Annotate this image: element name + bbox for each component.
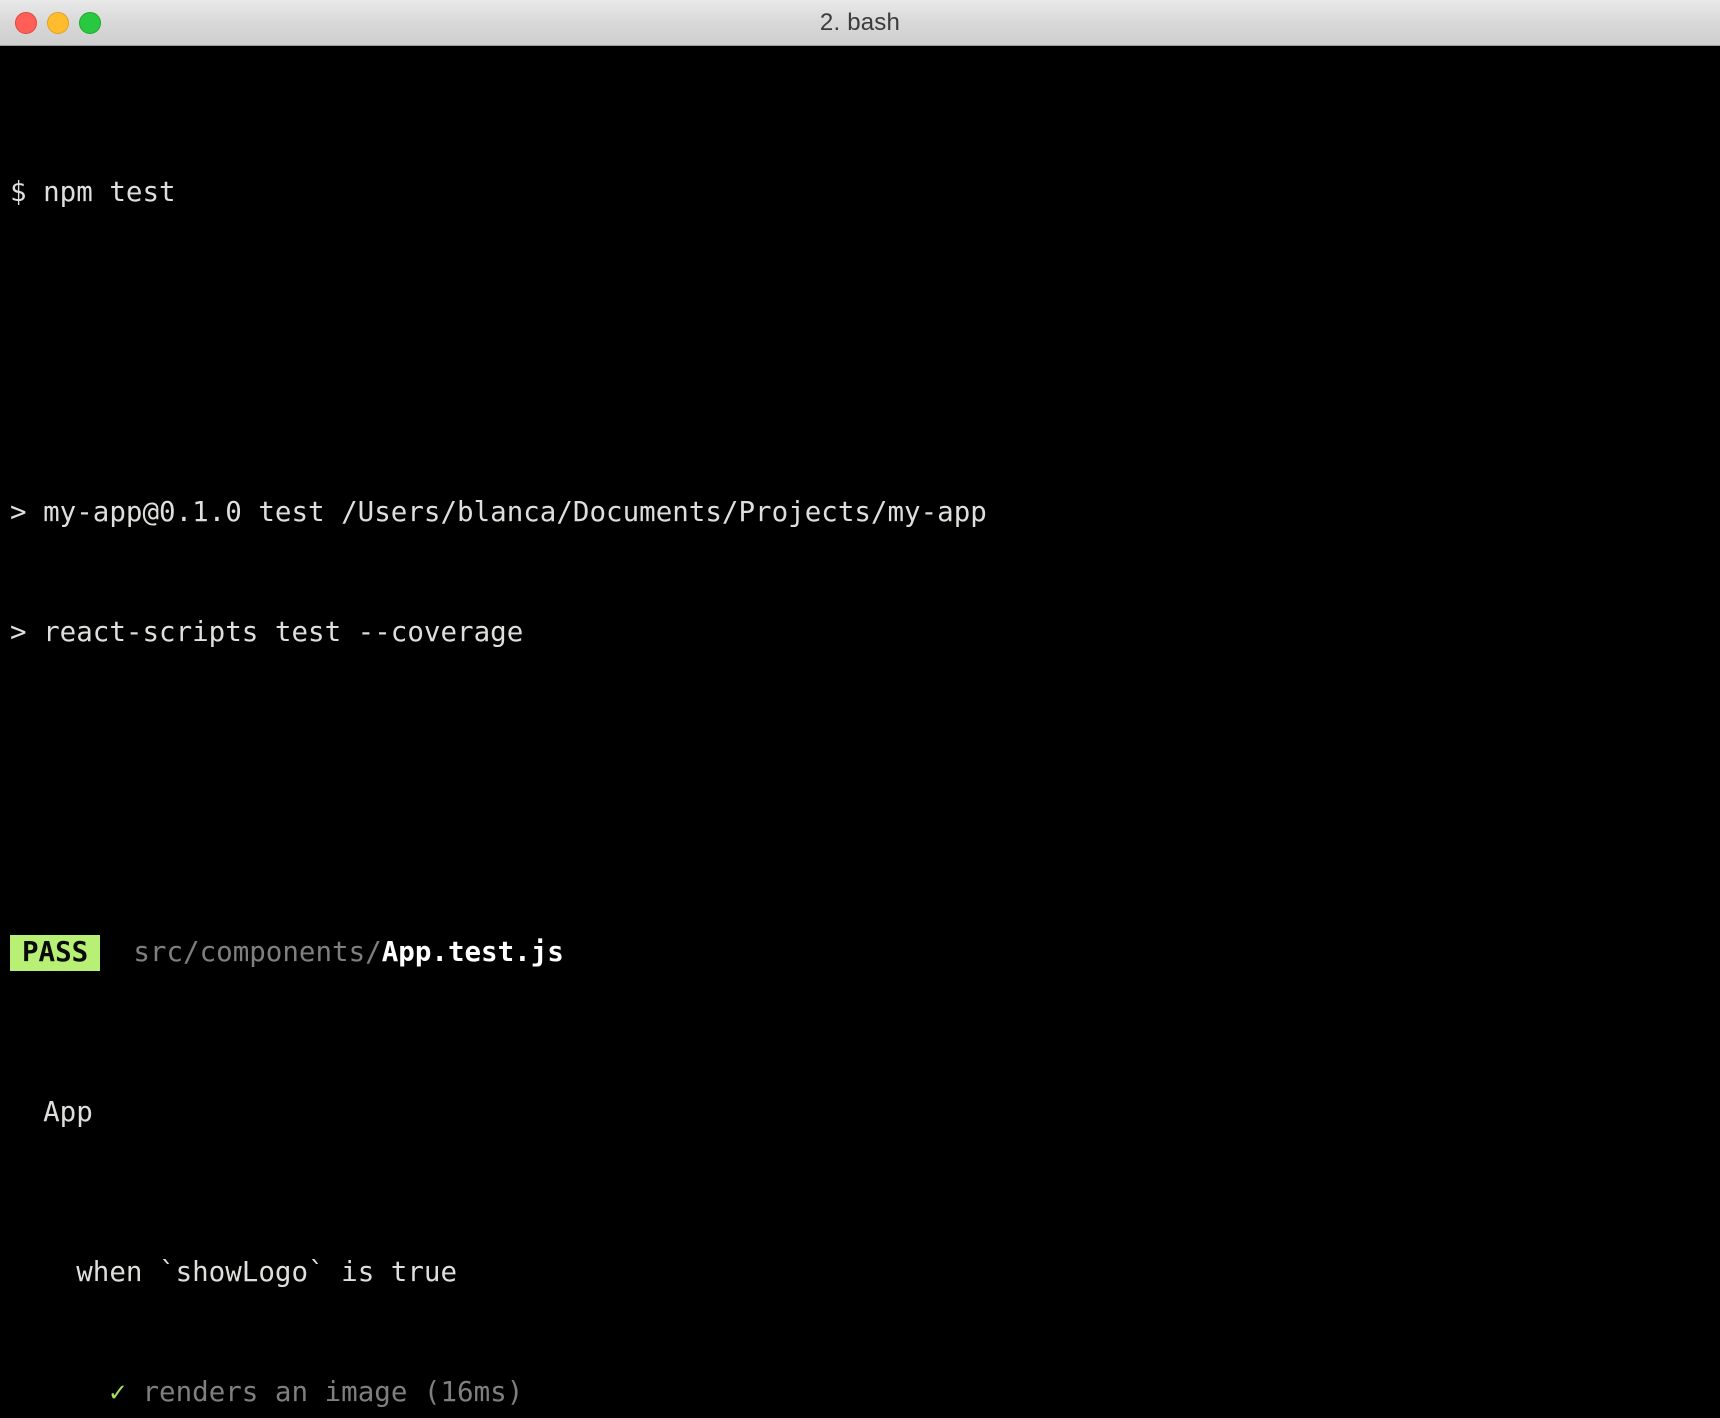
suite-result-line: PASS src/components/App.test.js <box>10 932 1720 972</box>
check-icon: ✓ <box>109 1376 126 1408</box>
window-titlebar[interactable]: 2. bash <box>0 0 1720 46</box>
maximize-button[interactable] <box>79 11 101 34</box>
npm-header-line-1: > my-app@0.1.0 test /Users/blanca/Docume… <box>10 496 987 528</box>
test-name-0: renders an image (16ms) <box>142 1376 524 1408</box>
terminal-output[interactable]: $ npm test > my-app@0.1.0 test /Users/bl… <box>0 46 1720 1418</box>
command-line: $ npm test <box>10 172 1720 212</box>
describe-text: App <box>43 1096 93 1128</box>
suite-path-dim: src/components/ <box>133 936 382 968</box>
close-button[interactable] <box>15 11 37 34</box>
window-title: 2. bash <box>819 8 901 36</box>
window-controls <box>0 11 101 34</box>
command-text: npm test <box>43 176 176 208</box>
test-group-label-0: when `showLogo` is true <box>10 1252 1720 1292</box>
describe-block-label: App <box>10 1092 1720 1132</box>
pass-badge: PASS <box>10 935 101 971</box>
group-0-text: when `showLogo` is true <box>76 1256 458 1288</box>
minimize-button[interactable] <box>47 11 69 34</box>
test-case-0: ✓ renders an image (16ms) <box>10 1372 1720 1412</box>
shell-prompt-symbol: $ <box>10 176 27 208</box>
npm-header-line-2: > react-scripts test --coverage <box>10 616 524 648</box>
suite-path-file: App.test.js <box>381 936 564 968</box>
terminal-window: 2. bash $ npm test > my-app@0.1.0 test /… <box>0 0 1720 1418</box>
